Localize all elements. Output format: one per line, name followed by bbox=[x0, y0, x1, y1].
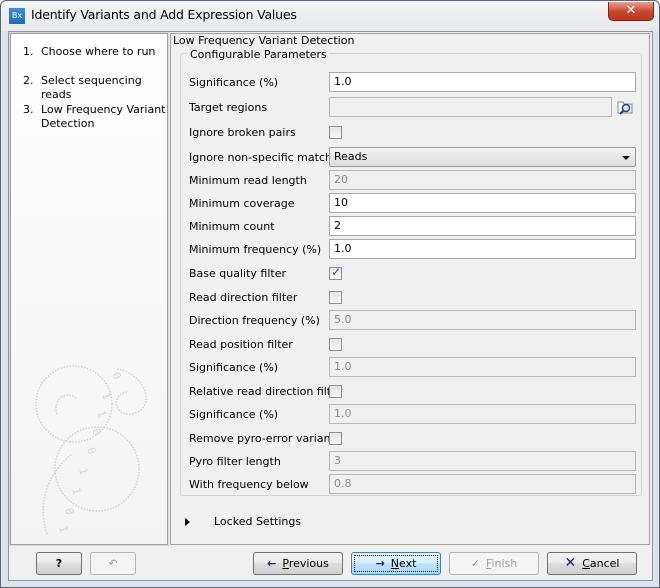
configurable-parameters-group: Configurable Parameters Significance (%)… bbox=[180, 48, 642, 496]
checkmark-icon: ✓ bbox=[470, 557, 480, 570]
param-read-direction-filter: Read direction filter bbox=[189, 287, 639, 309]
relative-read-direction-filter-checkbox[interactable] bbox=[329, 385, 342, 398]
finish-button[interactable]: ✓ Finish bbox=[449, 552, 539, 575]
param-min-coverage: Minimum coverage 10 bbox=[189, 193, 639, 215]
reset-icon: ↶ bbox=[108, 557, 118, 570]
base-quality-filter-checkbox[interactable]: ✓ bbox=[329, 265, 342, 280]
param-relative-significance: Significance (%) 1.0 bbox=[189, 404, 639, 426]
svg-text:0: 0 bbox=[109, 371, 123, 382]
min-count-input[interactable]: 2 bbox=[329, 216, 636, 236]
help-button[interactable]: ? bbox=[36, 552, 82, 575]
read-position-filter-checkbox[interactable] bbox=[329, 338, 342, 351]
min-frequency-input[interactable]: 1.0 bbox=[329, 239, 636, 259]
svg-text:0: 0 bbox=[84, 446, 98, 457]
min-read-length-input[interactable]: 20 bbox=[329, 170, 636, 190]
expand-triangle-icon bbox=[185, 518, 190, 526]
param-min-frequency: Minimum frequency (%) 1.0 bbox=[189, 239, 639, 261]
param-direction-frequency: Direction frequency (%) 5.0 bbox=[189, 310, 639, 332]
close-icon: ✕ bbox=[625, 3, 637, 18]
wizard-steps-panel: 1. Choose where to run 2. Select sequenc… bbox=[9, 32, 169, 546]
param-base-quality-filter: Base quality filter ✓ bbox=[189, 265, 342, 280]
direction-frequency-input[interactable]: 5.0 bbox=[329, 310, 636, 330]
param-pyro-filter-length: Pyro filter length 3 bbox=[189, 451, 639, 473]
pyro-filter-length-input[interactable]: 3 bbox=[329, 451, 636, 471]
param-target-regions: Target regions bbox=[189, 97, 639, 119]
with-frequency-below-input[interactable]: 0.8 bbox=[329, 474, 636, 494]
param-significance: Significance (%) 1.0 bbox=[189, 72, 639, 94]
param-ignore-nonspecific: Ignore non-specific matches Reads bbox=[189, 147, 639, 169]
ignore-nonspecific-dropdown[interactable]: Reads bbox=[329, 147, 636, 167]
group-title: Configurable Parameters bbox=[188, 48, 329, 61]
panel-title: Low Frequency Variant Detection bbox=[173, 34, 355, 47]
param-remove-pyro-error: Remove pyro-error variants bbox=[189, 432, 342, 445]
browse-folder-search-icon[interactable] bbox=[615, 97, 635, 117]
param-read-position-filter: Read position filter bbox=[189, 334, 639, 356]
chevron-down-icon bbox=[622, 156, 630, 160]
param-relative-read-direction-filter: Relative read direction filter bbox=[189, 385, 343, 398]
dialog-window: Bx Identify Variants and Add Expression … bbox=[0, 0, 660, 588]
app-icon: Bx bbox=[9, 8, 25, 24]
decorative-swirl-logo: 0 1 1 0 0 1 1 0 1 bbox=[35, 365, 147, 535]
svg-text:1: 1 bbox=[76, 466, 90, 476]
svg-text:1: 1 bbox=[69, 486, 83, 496]
reset-button[interactable]: ↶ bbox=[90, 552, 136, 575]
param-with-frequency-below: With frequency below 0.8 bbox=[189, 474, 639, 496]
remove-pyro-error-checkbox[interactable] bbox=[329, 432, 342, 445]
param-min-count: Minimum count 2 bbox=[189, 216, 639, 238]
param-read-position-significance: Significance (%) 1.0 bbox=[189, 357, 639, 379]
svg-text:0: 0 bbox=[89, 427, 103, 438]
svg-text:1: 1 bbox=[94, 409, 108, 420]
title-bar[interactable]: Bx Identify Variants and Add Expression … bbox=[1, 1, 659, 31]
dialog-body: 1. Choose where to run 2. Select sequenc… bbox=[8, 31, 653, 581]
significance-input[interactable]: 1.0 bbox=[329, 72, 636, 92]
arrow-left-icon: ← bbox=[267, 557, 277, 570]
x-cancel-icon: ✕ bbox=[564, 555, 577, 571]
target-regions-input[interactable] bbox=[329, 97, 612, 117]
window-title: Identify Variants and Add Expression Val… bbox=[31, 7, 297, 22]
param-ignore-broken-pairs: Ignore broken pairs bbox=[189, 122, 639, 144]
svg-text:1: 1 bbox=[99, 391, 113, 402]
read-position-significance-input[interactable]: 1.0 bbox=[329, 357, 636, 377]
checkmark-icon: ✓ bbox=[331, 265, 342, 279]
svg-text:1: 1 bbox=[56, 524, 70, 534]
min-coverage-input[interactable]: 10 bbox=[329, 193, 636, 213]
relative-significance-input[interactable]: 1.0 bbox=[329, 404, 636, 424]
svg-text:0: 0 bbox=[62, 506, 76, 516]
ignore-broken-pairs-checkbox[interactable] bbox=[329, 126, 342, 139]
previous-button[interactable]: ← Previous bbox=[253, 552, 343, 575]
close-button[interactable]: ✕ bbox=[608, 2, 654, 21]
param-min-read-length: Minimum read length 20 bbox=[189, 170, 639, 192]
cancel-button[interactable]: ✕ Cancel bbox=[547, 552, 637, 575]
next-button[interactable]: → Next bbox=[351, 552, 441, 575]
parameters-panel: Low Frequency Variant Detection Configur… bbox=[170, 33, 650, 545]
read-direction-filter-checkbox[interactable] bbox=[329, 291, 342, 304]
